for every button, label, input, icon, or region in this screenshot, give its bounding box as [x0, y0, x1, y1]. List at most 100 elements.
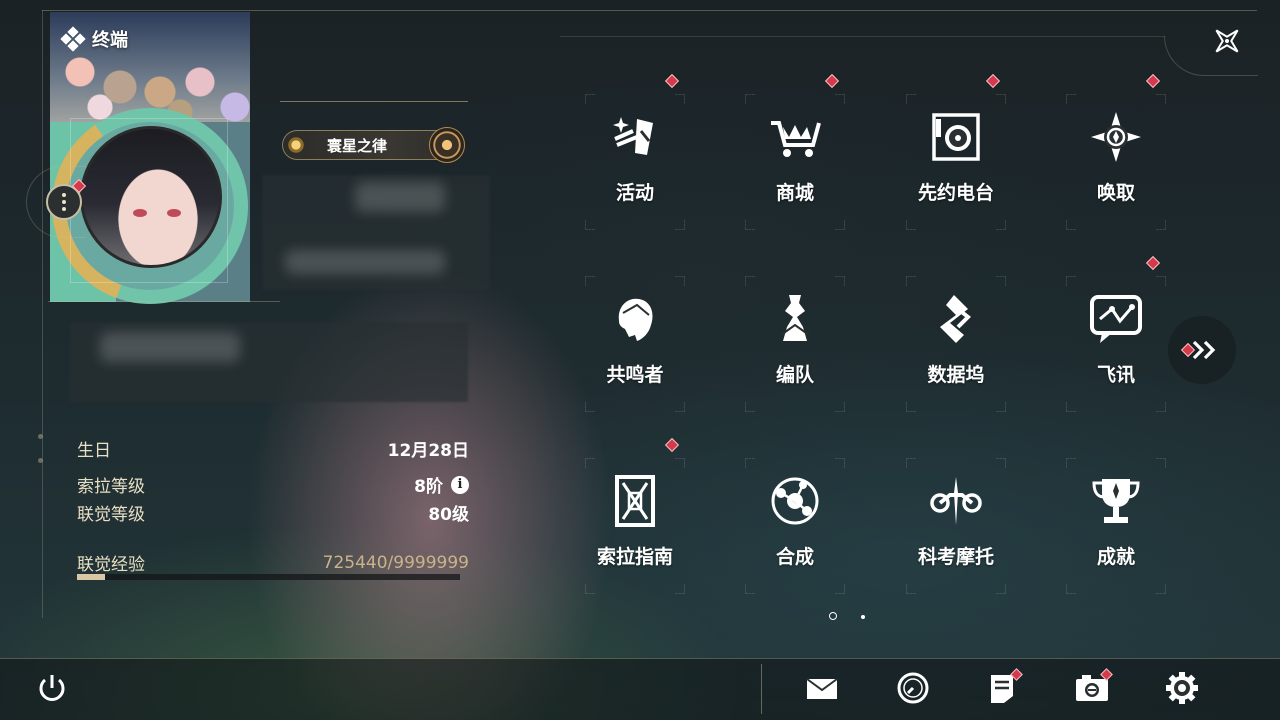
synthesis-icon	[765, 471, 825, 531]
union-exp-value: 725440/9999999	[322, 552, 469, 573]
sola-level-row: 索拉等级 8阶 i	[77, 472, 469, 497]
settings-button[interactable]	[1162, 668, 1202, 708]
tile-corner	[745, 276, 755, 286]
menu-item-3[interactable]: 先约电台	[876, 72, 1036, 250]
tile-corner	[1156, 94, 1166, 104]
tile-corner	[675, 402, 685, 412]
tile-corner	[996, 220, 1006, 230]
page-dot-active[interactable]	[829, 612, 837, 620]
menu-item-11[interactable]: 科考摩托	[876, 436, 1036, 614]
menu-item-label: 活动	[615, 182, 654, 204]
page-title: 终端	[92, 30, 128, 51]
tile-corner	[745, 94, 755, 104]
tile-corner	[906, 458, 916, 468]
tile-corner	[1066, 458, 1076, 468]
notification-badge	[1145, 73, 1161, 89]
tile-corner	[1066, 584, 1076, 594]
tile-corner	[675, 94, 685, 104]
menu-item-label: 先约电台	[917, 182, 994, 204]
notification-badge	[664, 437, 680, 453]
time-button[interactable]	[893, 668, 933, 708]
tile-corner	[835, 276, 845, 286]
section-divider	[48, 301, 280, 302]
title-name-plate[interactable]: 寰星之律	[282, 127, 465, 163]
tile-corner	[996, 458, 1006, 468]
sola-level-value-group: 8阶 i	[414, 472, 469, 497]
frame-left-line	[42, 10, 43, 618]
tile-corner	[906, 584, 916, 594]
close-button[interactable]	[1208, 22, 1246, 60]
tile-corner	[675, 220, 685, 230]
menu-item-2[interactable]: 商城	[715, 72, 875, 250]
shop-cart-icon	[765, 107, 825, 167]
tile-corner	[996, 276, 1006, 286]
tile-corner	[745, 220, 755, 230]
mail-icon	[806, 678, 838, 699]
menu-item-12[interactable]: 成就	[1036, 436, 1196, 614]
mail-button[interactable]	[802, 668, 842, 708]
name-divider	[280, 101, 468, 102]
tile-corner	[906, 276, 916, 286]
tile-corner	[585, 402, 595, 412]
page-dot[interactable]	[861, 615, 865, 619]
menu-item-9[interactable]: 索拉指南	[555, 436, 715, 614]
union-level-label: 联觉等级	[77, 505, 145, 525]
notification-badge	[824, 73, 840, 89]
convene-compass-icon	[1086, 107, 1146, 167]
tile-corner	[1156, 584, 1166, 594]
notification-badge	[985, 73, 1001, 89]
tile-corner	[745, 458, 755, 468]
trophy-icon	[1086, 471, 1146, 531]
tile-corner	[1066, 402, 1076, 412]
next-page-button[interactable]	[1168, 316, 1236, 384]
notification-badge	[664, 73, 680, 89]
name-plate-label: 寰星之律	[327, 136, 388, 155]
tile-corner	[745, 584, 755, 594]
tile-corner	[835, 458, 845, 468]
tile-corner	[1156, 220, 1166, 230]
menu-item-4[interactable]: 唤取	[1036, 72, 1196, 250]
resonator-head-icon	[605, 289, 665, 349]
tile-corner	[585, 276, 595, 286]
gear-icon	[1166, 672, 1198, 704]
tile-corner	[745, 402, 755, 412]
close-icon	[1215, 29, 1239, 53]
menu-item-10[interactable]: 合成	[715, 436, 875, 614]
tile-corner	[675, 458, 685, 468]
tile-corner	[906, 220, 916, 230]
menu-item-label: 索拉指南	[596, 546, 673, 568]
notice-button[interactable]	[982, 668, 1023, 708]
birthday-value: 12月28日	[387, 441, 469, 461]
terminal-header: 终端	[60, 26, 128, 52]
menu-item-1[interactable]: 活动	[555, 72, 715, 250]
double-chevron-right-icon	[1192, 340, 1216, 360]
union-level-value: 80级	[428, 505, 469, 525]
tile-corner	[675, 276, 685, 286]
menu-item-7[interactable]: 数据坞	[876, 254, 1036, 432]
tile-corner	[1156, 458, 1166, 468]
menu-item-label: 编队	[775, 364, 814, 386]
union-exp-bar	[77, 574, 460, 580]
clock-icon	[897, 672, 929, 704]
union-exp-row: 联觉经验 725440/9999999	[77, 550, 469, 576]
tile-corner	[1066, 220, 1076, 230]
menu-item-5[interactable]: 共鸣者	[555, 254, 715, 432]
obscured-text	[355, 182, 445, 212]
tile-corner	[1156, 276, 1166, 286]
obscured-text	[285, 250, 445, 274]
tile-corner	[835, 94, 845, 104]
tile-corner	[675, 584, 685, 594]
power-button[interactable]	[32, 668, 72, 708]
tile-corner	[835, 402, 845, 412]
toolbar-separator	[761, 664, 762, 714]
sola-level-value: 8阶	[414, 477, 443, 497]
info-icon[interactable]: i	[451, 475, 469, 494]
motorbike-icon	[926, 471, 986, 531]
sola-level-label: 索拉等级	[77, 477, 145, 497]
menu-item-label: 唤取	[1096, 182, 1135, 204]
menu-item-label: 科考摩托	[917, 546, 994, 568]
tile-corner	[1066, 94, 1076, 104]
photo-button[interactable]	[1072, 668, 1113, 708]
birthday-label: 生日	[77, 441, 111, 461]
menu-item-6[interactable]: 编队	[715, 254, 875, 432]
